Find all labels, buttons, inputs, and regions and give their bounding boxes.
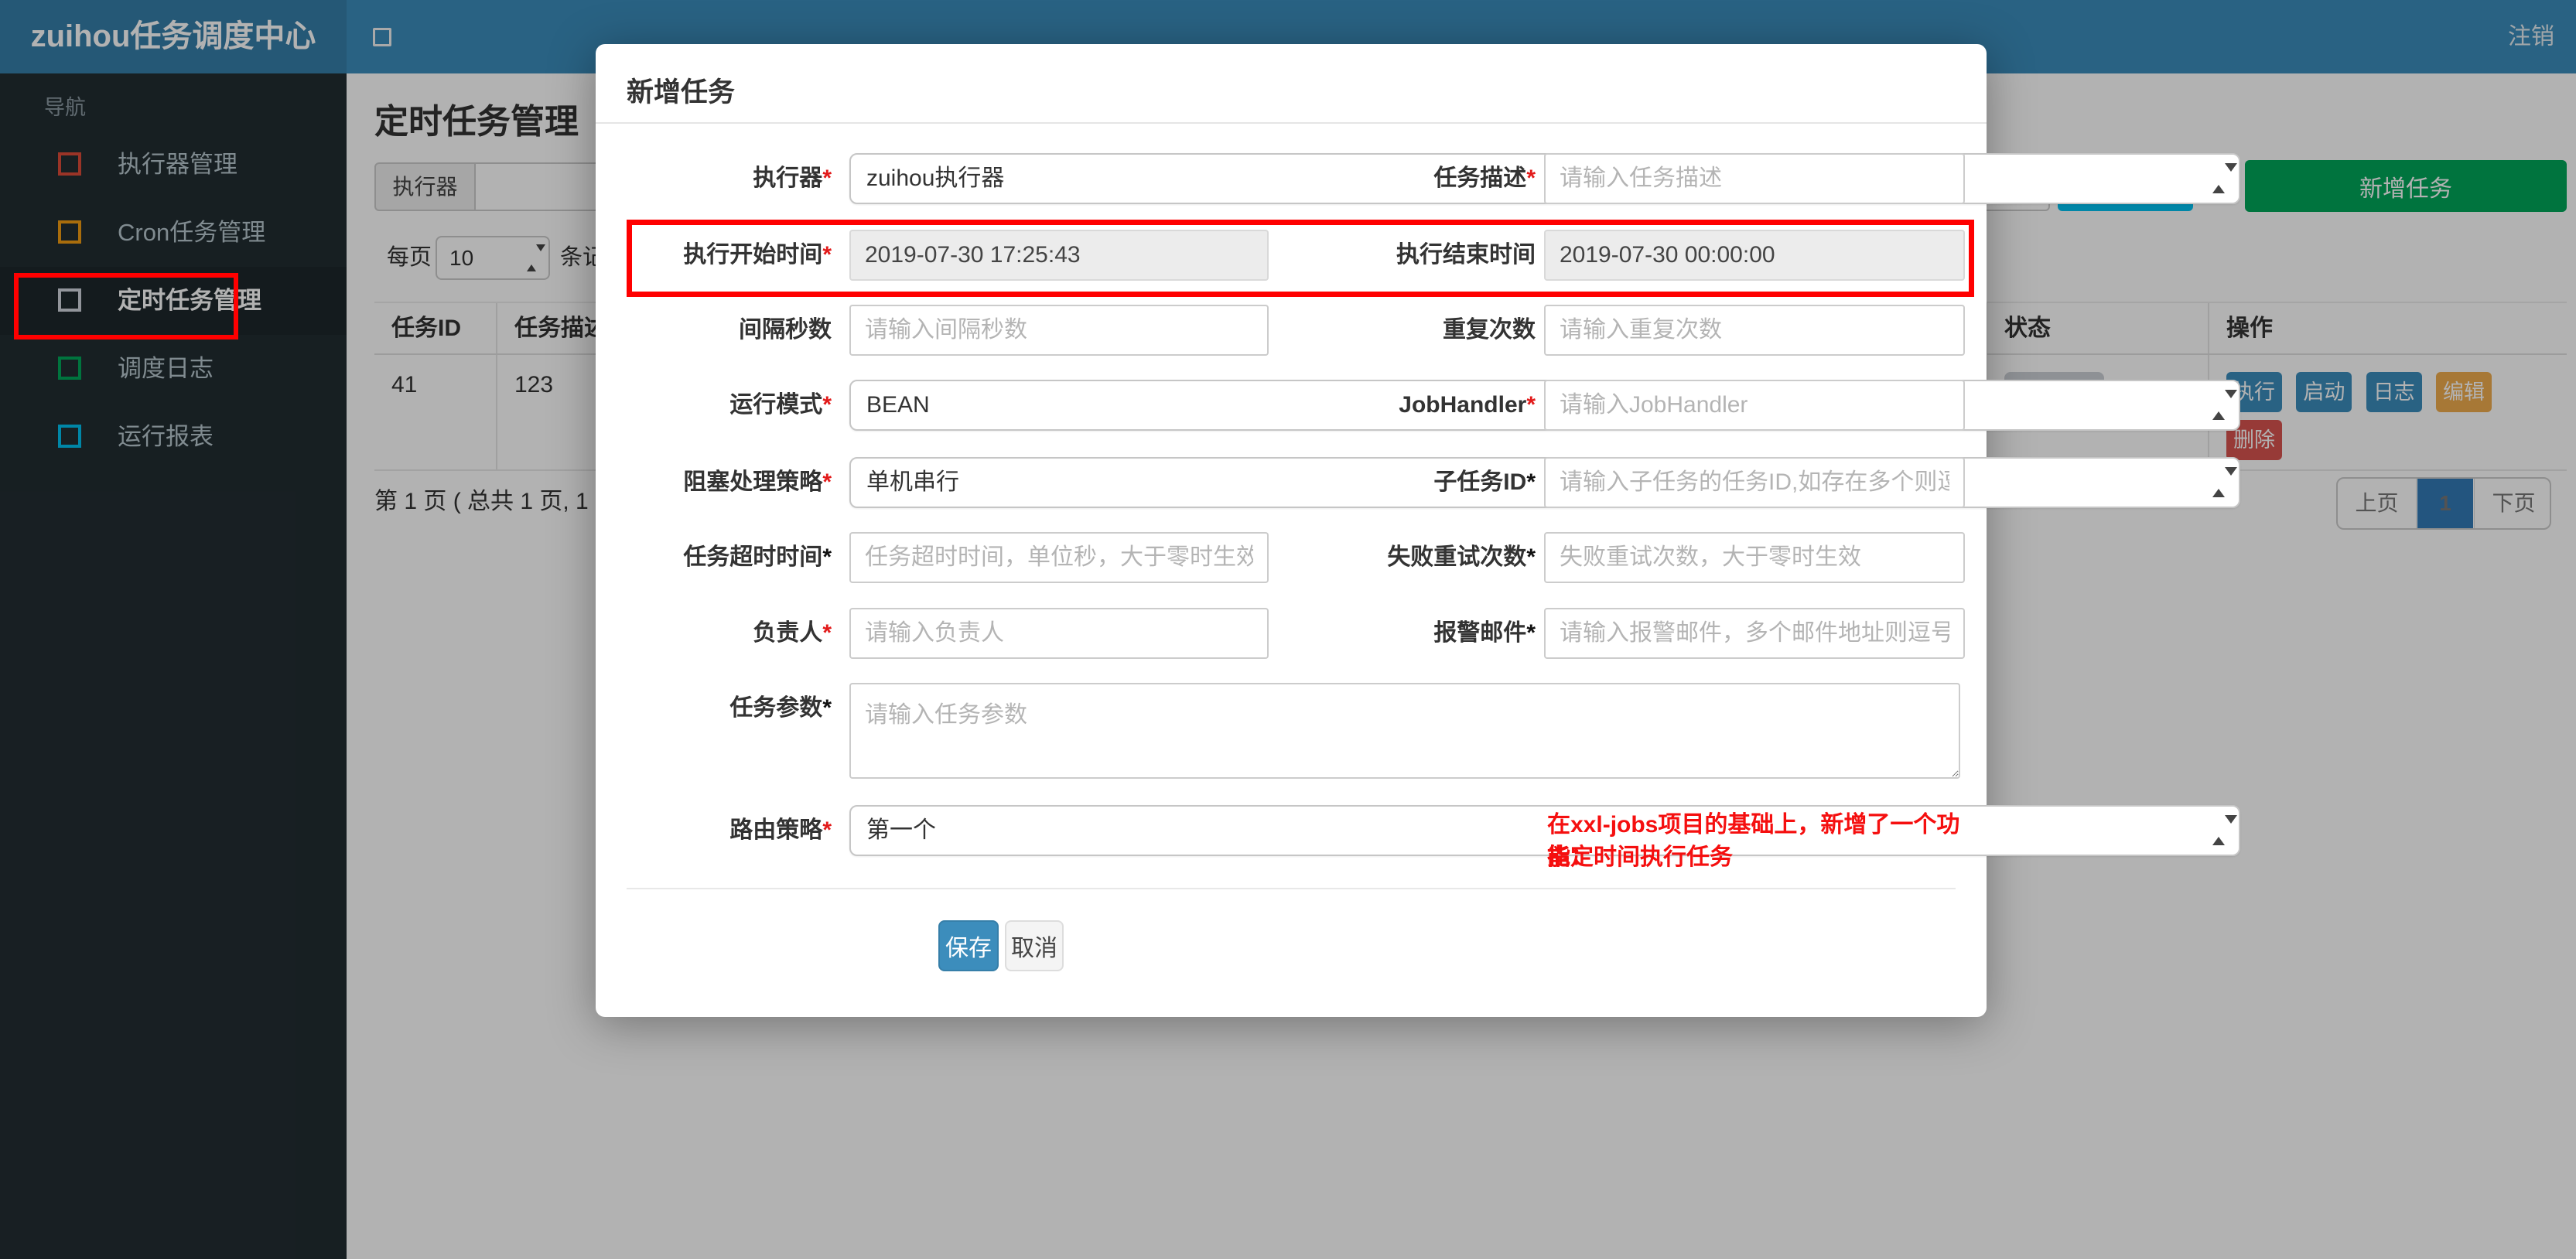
start-time-label: 执行开始时间* (683, 242, 832, 268)
screen: zuihou任务调度中心 注销 导航 执行器管理 Cron任务管理 定时任务管理… (0, 0, 2576, 1259)
modal-header: 新增任务 (596, 44, 1987, 124)
executor-select-value: zuihou执行器 (866, 165, 1005, 191)
owner-label: 负责人* (753, 620, 832, 646)
alarm-email-label: 报警邮件* (1433, 620, 1536, 646)
save-button[interactable]: 保存 (938, 920, 999, 971)
alarm-email-input[interactable] (1544, 608, 1965, 659)
child-task-input[interactable] (1544, 457, 1965, 508)
red-note-line2: 指定时间执行任务 (1547, 844, 1733, 870)
jobhandler-label: JobHandler* (1399, 392, 1536, 418)
route-strategy-label: 路由策略* (729, 817, 832, 843)
run-mode-label: 运行模式* (729, 392, 832, 418)
route-strategy-select-value: 第一个 (866, 817, 936, 843)
owner-input[interactable] (849, 608, 1269, 659)
run-mode-select-value: BEAN (866, 392, 930, 418)
block-strategy-label: 阻塞处理策略* (683, 469, 832, 495)
select-caret-icon (2212, 815, 2237, 845)
select-caret-icon (2212, 390, 2237, 420)
timeout-label: 任务超时时间* (683, 544, 832, 570)
modal-footer-divider (627, 888, 1956, 889)
task-params-label: 任务参数* (729, 695, 832, 721)
select-caret-icon (2212, 467, 2237, 497)
retry-label: 失败重试次数* (1387, 544, 1536, 570)
jobhandler-input[interactable] (1544, 380, 1965, 431)
task-params-textarea[interactable] (849, 683, 1960, 779)
interval-label: 间隔秒数 (739, 317, 832, 343)
timeout-input[interactable] (849, 532, 1269, 583)
end-time-label: 执行结束时间 (1396, 242, 1536, 268)
block-strategy-select-value: 单机串行 (866, 469, 959, 495)
start-time-input[interactable] (849, 230, 1269, 281)
add-task-modal: 新增任务 执行器* zuihou执行器 任务描述* 执行开始时间* 执行结束时间… (596, 44, 2240, 1017)
child-task-label: 子任务ID* (1433, 469, 1536, 495)
repeat-label: 重复次数 (1443, 317, 1536, 343)
end-time-input[interactable] (1544, 230, 1965, 281)
executor-label: 执行器* (753, 165, 832, 191)
modal-title: 新增任务 (627, 77, 736, 107)
task-desc-label: 任务描述* (1433, 165, 1536, 191)
repeat-input[interactable] (1544, 305, 1965, 356)
route-strategy-select[interactable]: 第一个 (849, 805, 2240, 856)
interval-input[interactable] (849, 305, 1269, 356)
select-caret-icon (2212, 163, 2237, 193)
cancel-button[interactable]: 取消 (1005, 920, 1064, 971)
task-desc-input[interactable] (1544, 153, 1965, 204)
retry-input[interactable] (1544, 532, 1965, 583)
